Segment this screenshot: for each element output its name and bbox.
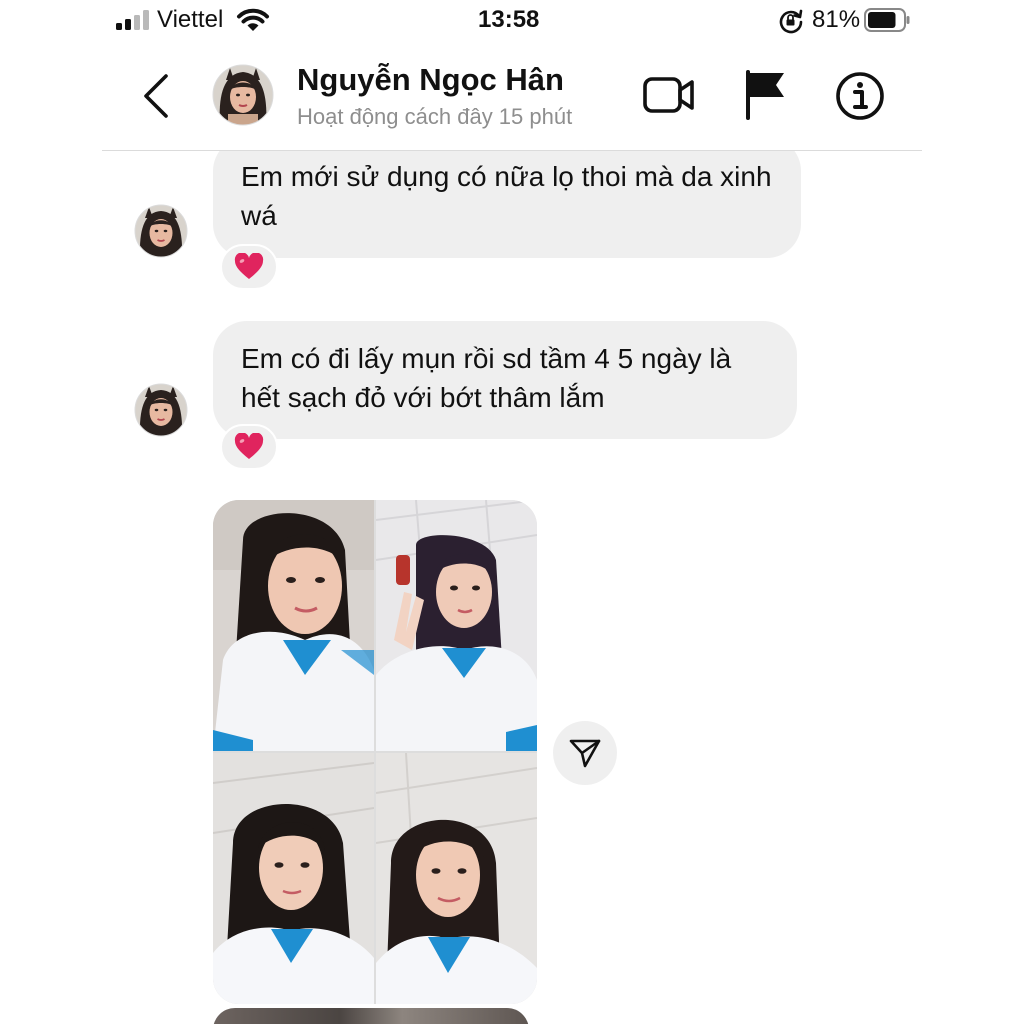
sender-avatar[interactable] xyxy=(134,383,188,437)
chat-header: Nguyễn Ngọc Hân Hoạt động cách đây 15 ph… xyxy=(0,44,1024,150)
contact-avatar[interactable] xyxy=(212,64,274,126)
contact-name[interactable]: Nguyễn Ngọc Hân xyxy=(297,62,564,98)
clock: 13:58 xyxy=(478,6,540,33)
signal-icon xyxy=(116,10,149,30)
heart-icon xyxy=(234,433,264,459)
photo[interactable] xyxy=(376,500,537,751)
report-flag-icon[interactable] xyxy=(742,68,792,120)
back-chevron-icon[interactable] xyxy=(136,70,176,122)
activity-status: Hoạt động cách đây 15 phút xyxy=(297,104,573,129)
next-photo-preview[interactable] xyxy=(213,1008,529,1024)
sender-avatar[interactable] xyxy=(134,204,188,258)
photo-message[interactable] xyxy=(213,500,537,1004)
message-text: Em mới sử dụng có nữa lọ thoi mà da xinh… xyxy=(241,161,772,231)
carrier-name: Viettel xyxy=(157,6,224,33)
message-bubble[interactable]: Em có đi lấy mụn rồi sd tầm 4 5 ngày là … xyxy=(213,321,797,439)
photo[interactable] xyxy=(376,753,537,1004)
rotation-lock-icon xyxy=(779,9,803,34)
heart-icon xyxy=(234,253,264,279)
paper-plane-icon xyxy=(569,739,601,768)
message-text: Em có đi lấy mụn rồi sd tầm 4 5 ngày là … xyxy=(241,343,732,413)
wifi-icon xyxy=(237,8,269,31)
heart-reaction[interactable] xyxy=(220,244,278,290)
photo[interactable] xyxy=(213,500,374,751)
battery-icon xyxy=(864,8,910,32)
photo[interactable] xyxy=(213,753,374,1004)
share-button[interactable] xyxy=(553,721,617,785)
video-call-icon[interactable] xyxy=(642,70,696,120)
heart-reaction[interactable] xyxy=(220,424,278,470)
message-thread[interactable]: Em mới sử dụng có nữa lọ thoi mà da xinh… xyxy=(0,151,1024,1024)
message-bubble[interactable]: Em mới sử dụng có nữa lọ thoi mà da xinh… xyxy=(213,151,801,258)
status-bar: Viettel 13:58 81% xyxy=(0,0,1024,44)
info-icon[interactable] xyxy=(834,70,886,122)
battery-percent: 81% xyxy=(812,6,861,33)
